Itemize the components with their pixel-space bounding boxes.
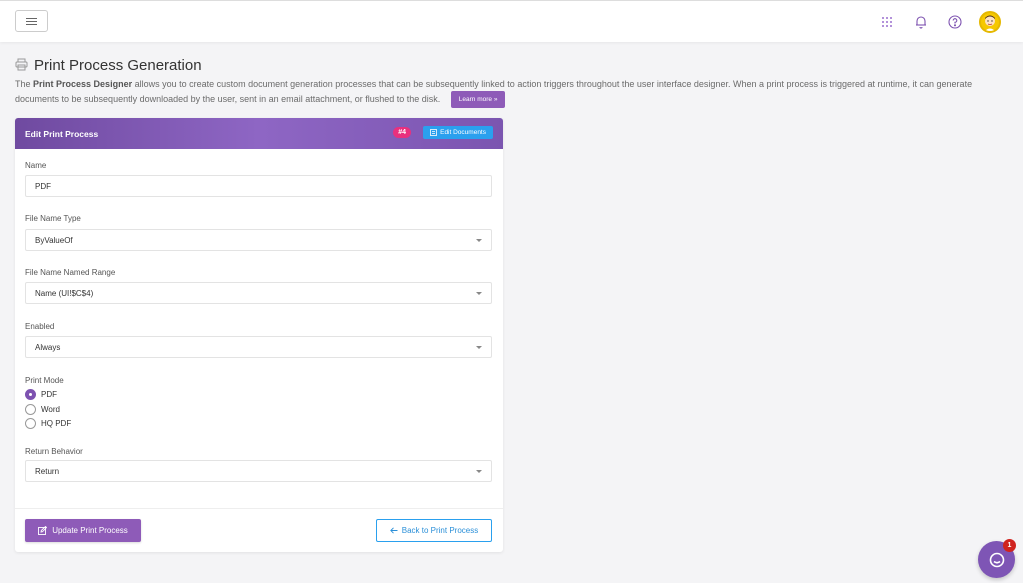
desc-prefix: The — [15, 79, 31, 89]
desc-bold: Print Process Designer — [33, 79, 133, 89]
edit-print-process-card: Edit Print Process #4 Edit Documents Nam… — [15, 118, 503, 552]
file-name-type-label: File Name Type — [25, 214, 81, 223]
update-label: Update Print Process — [52, 526, 128, 535]
apps-grid-icon[interactable] — [877, 12, 897, 32]
learn-more-button[interactable]: Learn more » — [450, 91, 506, 108]
return-behavior-label: Return Behavior — [25, 447, 83, 456]
file-name-type-select[interactable]: ByValueOf — [25, 229, 492, 251]
caret-down-icon — [476, 470, 482, 473]
print-mode-hqpdf-radio[interactable]: HQ PDF — [25, 418, 71, 429]
arrow-left-icon — [389, 527, 398, 534]
update-print-process-button[interactable]: Update Print Process — [25, 519, 141, 542]
caret-down-icon — [476, 346, 482, 349]
file-name-type-value: ByValueOf — [35, 235, 73, 245]
radio-unchecked-icon — [25, 404, 36, 415]
card-divider — [15, 508, 503, 509]
edit-icon — [38, 526, 48, 535]
back-label: Back to Print Process — [401, 526, 479, 535]
name-label: Name — [25, 161, 47, 170]
file-name-range-value: Name (UI!$C$4) — [35, 288, 94, 298]
radio-unchecked-icon — [25, 418, 36, 429]
title-row: Print Process Generation — [15, 57, 1005, 74]
name-input[interactable]: PDF — [25, 175, 492, 197]
print-mode-option: HQ PDF — [41, 419, 72, 428]
return-behavior-value: Return — [35, 466, 60, 476]
chat-icon — [989, 552, 1004, 567]
page-header: Print Process Generation The Print Proce… — [15, 57, 1005, 108]
edit-documents-label: Edit Documents — [440, 129, 486, 136]
enabled-select[interactable]: Always — [25, 336, 492, 358]
file-name-range-label: File Name Named Range — [25, 268, 116, 277]
chat-notification-badge: 1 — [1003, 539, 1016, 552]
card-title: Edit Print Process — [25, 128, 99, 139]
caret-down-icon — [476, 292, 482, 295]
print-mode-option: PDF — [41, 390, 57, 399]
top-icons — [877, 11, 1001, 33]
id-badge: #4 — [393, 127, 411, 138]
print-mode-word-radio[interactable]: Word — [25, 404, 60, 415]
bell-icon[interactable] — [911, 12, 931, 32]
menu-line — [26, 20, 37, 22]
menu-line — [26, 23, 37, 25]
printer-icon — [15, 58, 28, 74]
enabled-label: Enabled — [25, 322, 55, 331]
page-description: The Print Process Designer allows you to… — [15, 78, 1005, 108]
hamburger-menu-button[interactable] — [15, 10, 48, 32]
back-to-print-process-button[interactable]: Back to Print Process — [376, 519, 492, 542]
card-header: Edit Print Process #4 Edit Documents — [15, 118, 503, 149]
enabled-value: Always — [35, 342, 61, 352]
return-behavior-select[interactable]: Return — [25, 460, 492, 482]
page-title: Print Process Generation — [34, 57, 202, 74]
print-mode-pdf-radio[interactable]: PDF — [25, 389, 57, 400]
radio-checked-icon — [25, 389, 36, 400]
caret-down-icon — [476, 239, 482, 242]
top-bar — [0, 0, 1023, 42]
user-avatar[interactable] — [979, 11, 1001, 33]
print-mode-option: Word — [41, 405, 60, 414]
help-icon[interactable] — [945, 12, 965, 32]
document-icon — [430, 129, 438, 136]
file-name-range-select[interactable]: Name (UI!$C$4) — [25, 282, 492, 304]
edit-documents-button[interactable]: Edit Documents — [423, 126, 493, 139]
menu-line — [26, 17, 37, 19]
print-mode-label: Print Mode — [25, 376, 64, 385]
